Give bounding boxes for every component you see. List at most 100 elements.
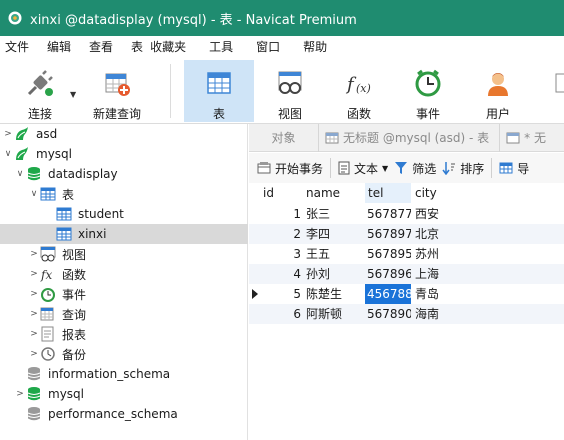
chevron-right-icon[interactable]: >: [28, 329, 40, 339]
cell-name[interactable]: 陈楚生: [306, 284, 364, 304]
cell-id[interactable]: 4: [263, 264, 303, 284]
menu-tools[interactable]: 工具: [195, 36, 242, 58]
tree-database-datadisplay[interactable]: ∨ datadisplay: [0, 164, 248, 184]
menu-favorites[interactable]: 收藏夹: [147, 36, 195, 58]
view-button[interactable]: 视图: [268, 60, 312, 122]
menu-view[interactable]: 查看: [80, 36, 122, 58]
table-button[interactable]: 表: [184, 60, 254, 122]
chevron-right-icon[interactable]: >: [28, 349, 40, 359]
cell-city[interactable]: 海南: [413, 304, 465, 324]
chevron-down-icon[interactable]: ∨: [14, 169, 26, 179]
menu-window[interactable]: 窗口: [242, 36, 289, 58]
chevron-right-icon[interactable]: >: [14, 389, 26, 399]
tree-database-mysql[interactable]: > mysql: [0, 384, 248, 404]
cell-city[interactable]: 西安: [413, 204, 465, 224]
cell-id[interactable]: 1: [263, 204, 303, 224]
cell-tel[interactable]: 567897: [365, 224, 411, 244]
chevron-down-icon[interactable]: ▼: [382, 164, 388, 173]
cell-tel[interactable]: 567877: [365, 204, 411, 224]
tree-group-queries[interactable]: > 查询: [0, 304, 248, 324]
filter-funnel-icon: [394, 161, 408, 175]
column-header-name[interactable]: name: [306, 183, 364, 203]
text-button[interactable]: 文本 ▼: [338, 153, 388, 183]
cell-id[interactable]: 5: [263, 284, 303, 304]
navigation-pane: > asd ∨ mysql ∨ datadisplay ∨ 表 student: [0, 124, 248, 440]
cell-tel-selected[interactable]: 456788: [365, 284, 411, 304]
chevron-right-icon[interactable]: >: [28, 309, 40, 319]
database-icon: [26, 166, 42, 182]
tree-connection-mysql[interactable]: ∨ mysql: [0, 144, 248, 164]
function-button[interactable]: f (x) 函数: [337, 60, 381, 122]
cell-tel[interactable]: 567895: [365, 244, 411, 264]
tree-group-functions[interactable]: > fx 函数: [0, 264, 248, 284]
text-document-icon: [338, 161, 350, 175]
tab-objects[interactable]: 对象: [249, 123, 319, 152]
cell-id[interactable]: 2: [263, 224, 303, 244]
tree-label: 报表: [62, 327, 87, 342]
more-toolbar-button[interactable]: [552, 60, 564, 122]
table-row[interactable]: 5 陈楚生 456788 青岛: [249, 284, 564, 304]
tree-label: performance_schema: [48, 407, 178, 421]
table-row[interactable]: 3 王五 567895 苏州: [249, 244, 564, 264]
table-toolbar: 开始事务 文本 ▼ 筛选 排序 导: [249, 153, 564, 183]
tree-database-performance-schema[interactable]: performance_schema: [0, 404, 248, 424]
cell-city[interactable]: 北京: [413, 224, 465, 244]
sort-button[interactable]: 排序: [442, 153, 484, 183]
chevron-right-icon[interactable]: >: [2, 129, 14, 139]
menu-edit[interactable]: 编辑: [38, 36, 80, 58]
svg-text:(x): (x): [356, 82, 371, 95]
event-clock-icon: [40, 286, 56, 302]
tree-table-xinxi[interactable]: xinxi: [0, 224, 248, 244]
cell-name[interactable]: 张三: [306, 204, 364, 224]
cell-city[interactable]: 苏州: [413, 244, 465, 264]
menu-table[interactable]: 表: [122, 36, 147, 58]
filter-button[interactable]: 筛选: [394, 153, 436, 183]
tree-group-tables[interactable]: ∨ 表: [0, 184, 248, 204]
event-button[interactable]: 事件: [406, 60, 450, 122]
cell-city[interactable]: 青岛: [413, 284, 465, 304]
chevron-down-icon[interactable]: ∨: [28, 189, 40, 199]
tab-untitled-query[interactable]: 无标题 @mysql (asd) - 表: [319, 123, 501, 152]
new-query-button[interactable]: 新建查询: [86, 60, 148, 122]
begin-transaction-button[interactable]: 开始事务: [249, 153, 323, 183]
column-header-tel[interactable]: tel: [365, 183, 411, 203]
table-row[interactable]: 6 阿斯顿 567890 海南: [249, 304, 564, 324]
tab-more[interactable]: * 无: [500, 124, 546, 152]
chevron-down-icon[interactable]: ∨: [2, 149, 14, 159]
table-row[interactable]: 4 孙刘 567896 上海: [249, 264, 564, 284]
tree-group-views[interactable]: > 视图: [0, 244, 248, 264]
tree-group-backups[interactable]: > 备份: [0, 344, 248, 364]
column-header-city[interactable]: city: [413, 183, 465, 203]
cell-city[interactable]: 上海: [413, 264, 465, 284]
menu-help[interactable]: 帮助: [289, 36, 336, 58]
cell-id[interactable]: 3: [263, 244, 303, 264]
tree-group-reports[interactable]: > 报表: [0, 324, 248, 344]
svg-text:fx: fx: [40, 268, 52, 282]
column-header-id[interactable]: id: [263, 183, 303, 203]
chevron-right-icon[interactable]: >: [28, 269, 40, 279]
tree-database-information-schema[interactable]: information_schema: [0, 364, 248, 384]
cell-name[interactable]: 李四: [306, 224, 364, 244]
chevron-right-icon[interactable]: >: [28, 249, 40, 259]
tree-table-student[interactable]: student: [0, 204, 248, 224]
cell-tel[interactable]: 567896: [365, 264, 411, 284]
tree-label: 查询: [62, 307, 87, 322]
import-button[interactable]: 导: [499, 153, 529, 183]
user-button[interactable]: 用户: [476, 60, 520, 122]
tree-group-events[interactable]: > 事件: [0, 284, 248, 304]
table-row[interactable]: 2 李四 567897 北京: [249, 224, 564, 244]
connect-button[interactable]: 连接: [14, 60, 66, 122]
chevron-down-icon[interactable]: ▼: [70, 90, 76, 99]
more-icon: [552, 66, 564, 100]
table-row[interactable]: 1 张三 567877 西安: [249, 204, 564, 224]
cell-tel[interactable]: 567890: [365, 304, 411, 324]
cell-name[interactable]: 阿斯顿: [306, 304, 364, 324]
tree-connection-asd[interactable]: > asd: [0, 124, 248, 144]
cell-name[interactable]: 孙刘: [306, 264, 364, 284]
chevron-right-icon[interactable]: >: [28, 289, 40, 299]
cell-name[interactable]: 王五: [306, 244, 364, 264]
tree-label: 事件: [62, 287, 87, 302]
sort-label: 排序: [460, 161, 485, 176]
cell-id[interactable]: 6: [263, 304, 303, 324]
menu-file[interactable]: 文件: [0, 36, 38, 58]
